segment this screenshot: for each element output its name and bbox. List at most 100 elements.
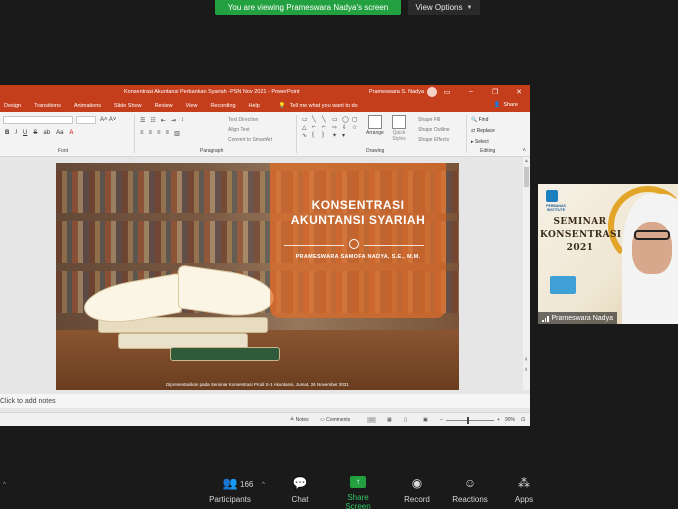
shape-effects-button[interactable]: Shape Effects xyxy=(418,137,449,143)
decrease-indent-icon[interactable]: ⇤ xyxy=(161,117,166,124)
notes-button[interactable]: ≜ Notes xyxy=(290,417,309,423)
more-options-caret-icon[interactable]: ^ xyxy=(3,482,6,488)
align-left-icon[interactable]: ≡ xyxy=(140,130,144,137)
rectangle-icon[interactable]: ▭ xyxy=(332,116,342,124)
maximize-icon[interactable]: ❐ xyxy=(490,88,500,96)
quick-styles-button[interactable]: Quick Styles xyxy=(390,115,408,142)
account-name[interactable]: Prameswara S. Nadya xyxy=(369,89,424,95)
triangle-icon[interactable]: △ xyxy=(302,124,312,132)
italic-button[interactable]: I xyxy=(15,130,17,136)
ribbon-display-icon[interactable]: ▭ xyxy=(442,88,452,96)
select-button[interactable]: ▸ Select xyxy=(471,137,495,148)
font-size-box[interactable] xyxy=(76,116,96,124)
rectangle-icon[interactable]: ▢ xyxy=(352,116,362,124)
star-icon[interactable]: ✦ xyxy=(332,132,342,140)
line-spacing-icon[interactable]: ↕ xyxy=(181,117,184,124)
slideshow-icon[interactable]: ▣ xyxy=(423,417,428,423)
next-slide-icon[interactable]: ⇟ xyxy=(524,367,528,373)
underline-button[interactable]: U xyxy=(23,130,27,136)
zoom-out-icon[interactable]: – xyxy=(440,417,443,423)
font-name-box[interactable] xyxy=(3,116,73,124)
brace-icon[interactable]: } xyxy=(322,132,332,140)
change-case-button[interactable]: Aa xyxy=(56,130,63,136)
chat-button[interactable]: 💬 Chat xyxy=(286,476,314,504)
align-right-icon[interactable]: ≡ xyxy=(157,130,161,137)
connector-icon[interactable]: ⌐ xyxy=(312,124,322,132)
reading-view-icon[interactable]: ▯ xyxy=(404,417,407,423)
tab-design[interactable]: Design xyxy=(4,103,21,109)
tab-transitions[interactable]: Transitions xyxy=(34,103,61,109)
ribbon-separator xyxy=(296,115,297,153)
participant-video-tile[interactable]: PERBANAS INSTITUTE SEMINAR KONSENTRASI 2… xyxy=(538,184,678,324)
share-button[interactable]: 👤 Share xyxy=(493,102,518,108)
collapse-ribbon-icon[interactable]: ˄ xyxy=(522,148,526,154)
more-shapes-icon[interactable]: ▾ xyxy=(342,132,352,140)
scroll-thumb[interactable] xyxy=(524,167,529,187)
bold-button[interactable]: B xyxy=(5,130,9,136)
fit-slide-icon[interactable]: ⊡ xyxy=(521,417,525,423)
text-box-icon[interactable]: ▭ xyxy=(302,116,312,124)
scroll-up-icon[interactable]: ▲ xyxy=(524,158,529,164)
font-color-button[interactable]: A xyxy=(69,130,73,136)
brace-icon[interactable]: { xyxy=(312,132,322,140)
line-icon[interactable]: ╲ xyxy=(312,116,322,124)
tell-me-search[interactable]: 💡 Tell me what you want to do xyxy=(279,103,358,109)
find-button[interactable]: 🔍 Find xyxy=(471,115,495,126)
convert-smartart-button[interactable]: Convert to SmartArt xyxy=(228,137,272,143)
account-avatar[interactable] xyxy=(427,87,437,97)
grow-font-icon[interactable]: A˄ A˅ xyxy=(100,117,116,123)
reactions-button[interactable]: ☺ Reactions xyxy=(452,476,488,504)
slide-sorter-icon[interactable]: ▦ xyxy=(387,417,392,423)
shape-fill-button[interactable]: Shape Fill xyxy=(418,117,440,123)
view-options-button[interactable]: View Options ▼ xyxy=(408,0,480,15)
bullets-icon[interactable]: ☰ xyxy=(140,117,145,124)
prev-slide-icon[interactable]: ⇞ xyxy=(524,357,528,363)
text-direction-button[interactable]: Text Direction xyxy=(228,117,258,123)
line-icon[interactable]: ╲ xyxy=(322,116,332,124)
shapes-gallery[interactable]: ▭ ╲ ╲ ▭ ◯ ▢ △ ⌐ ⌐ ⇨ ⇩ ☆ ∿{} ✦ ▾ xyxy=(302,116,362,140)
replace-button[interactable]: ⇄ Replace xyxy=(471,126,495,137)
tab-view[interactable]: View xyxy=(186,103,198,109)
share-screen-button[interactable]: ↑ Share Screen xyxy=(334,476,382,509)
comments-button[interactable]: ▭ Comments xyxy=(320,417,350,423)
oval-icon[interactable]: ◯ xyxy=(342,116,352,124)
minimize-icon[interactable]: – xyxy=(466,88,476,96)
zoom-slider-handle[interactable] xyxy=(467,417,469,424)
align-center-icon[interactable]: ≡ xyxy=(149,130,153,137)
record-button[interactable]: ◉ Record xyxy=(402,476,432,504)
slide-canvas[interactable]: KONSENTRASI AKUNTANSI SYARIAH PRAMESWARA… xyxy=(56,163,459,390)
zoom-meeting-window: You are viewing Prameswara Nadya's scree… xyxy=(0,0,678,509)
curve-icon[interactable]: ∿ xyxy=(302,132,312,140)
star-icon[interactable]: ☆ xyxy=(352,124,362,132)
zoom-slider[interactable] xyxy=(446,420,494,421)
close-icon[interactable]: ✕ xyxy=(514,88,524,96)
increase-indent-icon[interactable]: ⇥ xyxy=(171,117,176,124)
apps-button[interactable]: ⁂ Apps xyxy=(512,476,536,504)
arrange-button[interactable]: Arrange xyxy=(366,115,384,136)
shape-outline-button[interactable]: Shape Outline xyxy=(418,127,450,133)
slide-scrollbar[interactable]: ▲ ⇞ ⇟ xyxy=(523,157,530,390)
tab-animations[interactable]: Animations xyxy=(74,103,101,109)
connector-icon[interactable]: ⌐ xyxy=(322,124,332,132)
tab-review[interactable]: Review xyxy=(155,103,173,109)
columns-icon[interactable]: ▥ xyxy=(174,130,180,137)
shared-powerpoint-window[interactable]: Konsentrasi Akuntansi Perbankan Syariah … xyxy=(0,85,530,426)
tab-slide-show[interactable]: Slide Show xyxy=(114,103,142,109)
zoom-level[interactable]: 90% xyxy=(505,417,515,423)
notes-pane[interactable]: Click to add notes xyxy=(0,394,530,408)
record-icon: ◉ xyxy=(411,476,423,490)
normal-view-icon[interactable]: ▭ xyxy=(367,417,376,423)
participant-name: Prameswara Nadya xyxy=(551,314,613,322)
participants-caret-icon[interactable]: ^ xyxy=(262,482,265,488)
numbering-icon[interactable]: ☷ xyxy=(150,117,155,124)
arrow-icon[interactable]: ⇩ xyxy=(342,124,352,132)
quick-styles-label: Quick Styles xyxy=(392,130,406,142)
justify-icon[interactable]: ≡ xyxy=(166,130,170,137)
strikethrough-button[interactable]: S xyxy=(33,130,37,136)
align-text-button[interactable]: Align Text xyxy=(228,127,250,133)
arrow-icon[interactable]: ⇨ xyxy=(332,124,342,132)
tab-help[interactable]: Help xyxy=(249,103,260,109)
char-spacing-button[interactable]: ab xyxy=(43,130,50,136)
tab-recording[interactable]: Recording xyxy=(210,103,235,109)
zoom-in-icon[interactable]: + xyxy=(497,417,500,423)
